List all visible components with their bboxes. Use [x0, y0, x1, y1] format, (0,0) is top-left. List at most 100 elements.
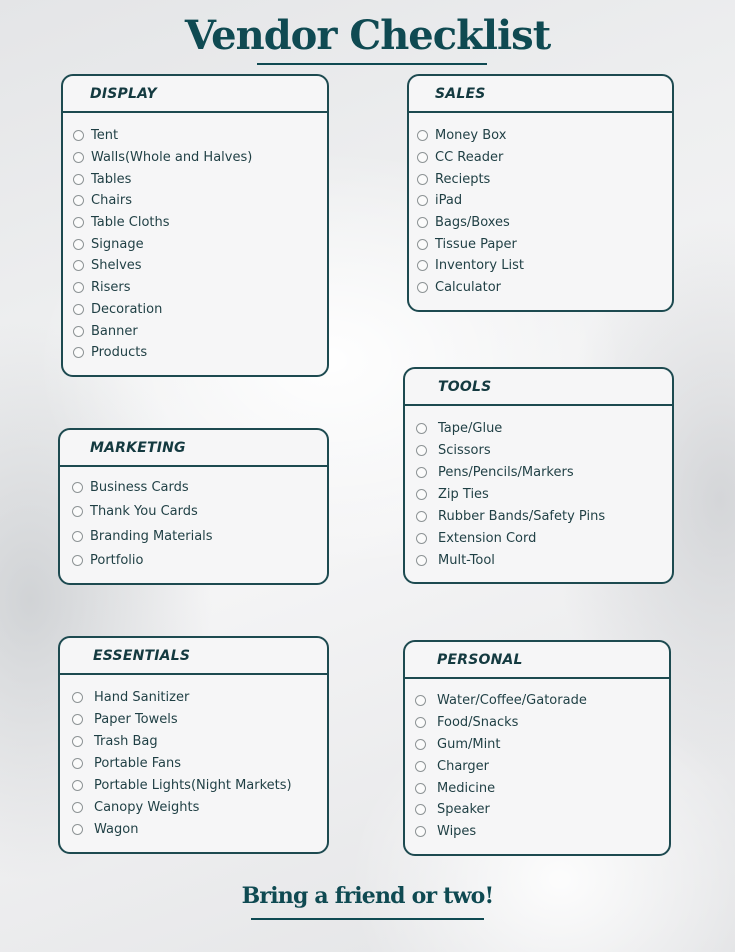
radio-circle-icon[interactable]: [416, 444, 427, 456]
radio-circle-icon[interactable]: [72, 555, 83, 567]
radio-circle-icon[interactable]: [73, 217, 84, 229]
radio-circle-icon[interactable]: [417, 238, 428, 250]
checklist-item[interactable]: Zip Ties: [416, 483, 672, 505]
radio-circle-icon[interactable]: [72, 779, 83, 791]
checklist-item[interactable]: iPad: [417, 190, 672, 212]
footer-tagline: Bring a friend or two!: [241, 883, 495, 909]
radio-circle-icon[interactable]: [73, 195, 84, 207]
checklist-item[interactable]: Products: [73, 342, 327, 364]
radio-circle-icon[interactable]: [72, 735, 83, 747]
radio-circle-icon[interactable]: [417, 173, 428, 185]
checklist-item-label: Portfolio: [90, 553, 144, 569]
radio-circle-icon[interactable]: [417, 260, 428, 272]
checklist-item[interactable]: Tables: [73, 168, 327, 190]
radio-circle-icon[interactable]: [73, 238, 84, 250]
radio-circle-icon[interactable]: [416, 554, 427, 566]
radio-circle-icon[interactable]: [417, 282, 428, 294]
checklist-item[interactable]: Thank You Cards: [72, 500, 327, 525]
checklist-item[interactable]: Scissors: [416, 439, 672, 461]
radio-circle-icon[interactable]: [417, 152, 428, 164]
radio-circle-icon[interactable]: [417, 130, 428, 142]
checklist-item[interactable]: Gum/Mint: [415, 734, 669, 756]
radio-circle-icon[interactable]: [73, 282, 84, 294]
radio-circle-icon[interactable]: [72, 481, 83, 493]
checklist-item[interactable]: Portfolio: [72, 549, 327, 574]
checklist-item-label: Business Cards: [90, 479, 189, 495]
section-sales: SALES Money Box CC Reader Reciepts iPad Bags…: [407, 74, 674, 312]
radio-circle-icon[interactable]: [415, 695, 426, 707]
radio-circle-icon[interactable]: [415, 826, 426, 838]
checklist-item[interactable]: Calculator: [417, 277, 672, 299]
checklist-item[interactable]: Canopy Weights: [72, 796, 327, 818]
checklist: Tent Walls(Whole and Halves) Tables Chairs T…: [63, 113, 327, 364]
checklist-item[interactable]: Wipes: [415, 821, 669, 843]
radio-circle-icon[interactable]: [72, 691, 83, 703]
radio-circle-icon[interactable]: [72, 757, 83, 769]
radio-circle-icon[interactable]: [73, 303, 84, 315]
checklist-item[interactable]: Food/Snacks: [415, 712, 669, 734]
checklist-item[interactable]: Charger: [415, 755, 669, 777]
checklist-item[interactable]: Tape/Glue: [416, 417, 672, 439]
radio-circle-icon[interactable]: [73, 325, 84, 337]
checklist-item[interactable]: Hand Sanitizer: [72, 686, 327, 708]
radio-circle-icon[interactable]: [415, 804, 426, 816]
checklist-item[interactable]: Signage: [73, 233, 327, 255]
checklist-item[interactable]: Shelves: [73, 255, 327, 277]
checklist-item-label: Hand Sanitizer: [94, 689, 190, 705]
radio-circle-icon[interactable]: [73, 173, 84, 185]
checklist-item[interactable]: Tent: [73, 125, 327, 147]
radio-circle-icon[interactable]: [72, 713, 83, 725]
checklist-item[interactable]: Pens/Pencils/Markers: [416, 461, 672, 483]
checklist-item[interactable]: Extension Cord: [416, 527, 672, 549]
checklist-item[interactable]: Inventory List: [417, 255, 672, 277]
checklist-item[interactable]: Reciepts: [417, 168, 672, 190]
radio-circle-icon[interactable]: [73, 152, 84, 164]
checklist-item[interactable]: Banner: [73, 320, 327, 342]
checklist-item[interactable]: CC Reader: [417, 147, 672, 169]
checklist-item-label: Thank You Cards: [90, 504, 198, 520]
radio-circle-icon[interactable]: [416, 510, 427, 522]
checklist-item[interactable]: Portable Lights(Night Markets): [72, 774, 327, 796]
checklist-item[interactable]: Mult-Tool: [416, 549, 672, 571]
checklist-item[interactable]: Money Box: [417, 125, 672, 147]
checklist-item[interactable]: Paper Towels: [72, 708, 327, 730]
radio-circle-icon[interactable]: [73, 347, 84, 359]
checklist-item[interactable]: Speaker: [415, 799, 669, 821]
radio-circle-icon[interactable]: [417, 217, 428, 229]
checklist-item-label: Bags/Boxes: [435, 215, 510, 231]
radio-circle-icon[interactable]: [73, 260, 84, 272]
radio-circle-icon[interactable]: [72, 506, 83, 518]
checklist-item[interactable]: Table Cloths: [73, 212, 327, 234]
checklist-item[interactable]: Bags/Boxes: [417, 212, 672, 234]
checklist-item[interactable]: Wagon: [72, 818, 327, 840]
checklist-item[interactable]: Medicine: [415, 777, 669, 799]
checklist-item[interactable]: Chairs: [73, 190, 327, 212]
checklist: Water/Coffee/Gatorade Food/Snacks Gum/Mint…: [405, 679, 669, 843]
checklist-item[interactable]: Risers: [73, 277, 327, 299]
checklist-item[interactable]: Water/Coffee/Gatorade: [415, 690, 669, 712]
radio-circle-icon[interactable]: [416, 532, 427, 544]
checklist-item-label: Pens/Pencils/Markers: [438, 464, 574, 480]
radio-circle-icon[interactable]: [415, 717, 426, 729]
checklist-item[interactable]: Walls(Whole and Halves): [73, 147, 327, 169]
radio-circle-icon[interactable]: [415, 760, 426, 772]
checklist-item[interactable]: Portable Fans: [72, 752, 327, 774]
radio-circle-icon[interactable]: [72, 823, 83, 835]
radio-circle-icon[interactable]: [416, 466, 427, 478]
radio-circle-icon[interactable]: [417, 195, 428, 207]
checklist-item[interactable]: Trash Bag: [72, 730, 327, 752]
radio-circle-icon[interactable]: [416, 422, 427, 434]
radio-circle-icon[interactable]: [72, 801, 83, 813]
checklist-item[interactable]: Rubber Bands/Safety Pins: [416, 505, 672, 527]
radio-circle-icon[interactable]: [415, 738, 426, 750]
radio-circle-icon[interactable]: [73, 130, 84, 142]
radio-circle-icon[interactable]: [72, 530, 83, 542]
checklist-item[interactable]: Business Cards: [72, 475, 327, 500]
checklist-item[interactable]: Branding Materials: [72, 524, 327, 549]
radio-circle-icon[interactable]: [415, 782, 426, 794]
checklist-item[interactable]: Decoration: [73, 299, 327, 321]
section-header: PERSONAL: [405, 642, 669, 679]
checklist-item[interactable]: Tissue Paper: [417, 233, 672, 255]
section-personal: PERSONAL Water/Coffee/Gatorade Food/Snack…: [403, 640, 671, 856]
radio-circle-icon[interactable]: [416, 488, 427, 500]
